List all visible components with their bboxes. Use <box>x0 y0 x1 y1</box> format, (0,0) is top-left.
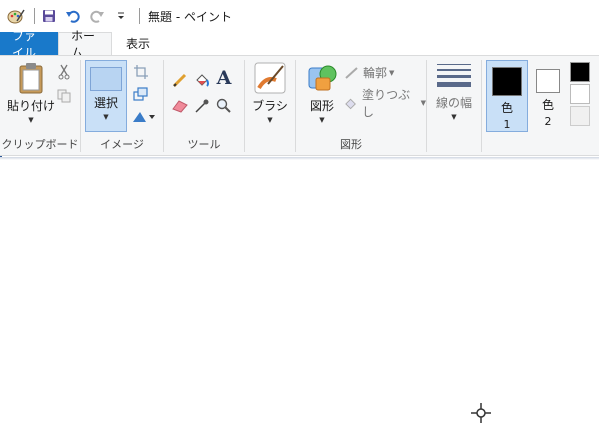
select-button[interactable]: 選択 ▼ <box>85 60 127 132</box>
copy-icon[interactable] <box>54 86 74 106</box>
outline-icon <box>345 66 358 79</box>
quick-access-toolbar <box>0 6 144 26</box>
undo-icon[interactable] <box>63 6 83 26</box>
shapes-icon <box>308 65 337 91</box>
outline-button[interactable]: 輪郭 ▼ <box>344 64 394 81</box>
ribbon-tabs: ファイル ホーム 表示 <box>0 29 599 60</box>
palette-swatch-white[interactable] <box>570 84 590 104</box>
tab-home[interactable]: ホーム <box>58 29 112 60</box>
shapes-group: 図形 ▼ 輪郭 ▼ 塗りつぶし ▼ 図形 <box>296 56 426 156</box>
size-group: 線の幅 ▼ <box>427 56 481 156</box>
pencil-icon[interactable] <box>170 70 190 90</box>
line-width-icon <box>437 64 471 91</box>
select-rect-icon <box>90 67 122 91</box>
color1-swatch <box>492 67 522 96</box>
tools-group-label: ツール <box>187 138 221 151</box>
tab-view[interactable]: 表示 <box>112 32 164 55</box>
fill-button[interactable]: 塗りつぶし ▼ <box>344 86 426 120</box>
eraser-icon[interactable] <box>170 96 190 116</box>
redo-icon[interactable] <box>87 6 107 26</box>
color1-button[interactable]: 色 1 <box>486 60 528 132</box>
image-group-label: イメージ <box>100 138 144 151</box>
shapes-button[interactable]: 図形 ▼ <box>300 62 344 124</box>
image-group: 選択 ▼ イメージ <box>81 56 163 156</box>
chevron-down-icon: ▼ <box>267 116 273 124</box>
resize-icon[interactable] <box>131 84 151 104</box>
brushes-label: ブラシ <box>252 99 288 113</box>
rotate-icon[interactable] <box>131 106 157 126</box>
palette-swatch-empty[interactable] <box>570 106 590 126</box>
color1-number: 1 <box>503 118 511 131</box>
fill-bucket-icon[interactable] <box>192 70 212 90</box>
paint-window: 無題 - ペイント ファイル ホーム 表示 貼り付け ▼ クリップボード 選択 … <box>0 0 599 434</box>
chevron-down-icon: ▼ <box>389 68 395 77</box>
color2-number: 2 <box>544 115 552 128</box>
size-label: 線の幅 <box>435 96 472 110</box>
clipboard-group: 貼り付け ▼ クリップボード <box>0 56 80 156</box>
chevron-down-icon: ▼ <box>319 116 325 124</box>
ribbon: 貼り付け ▼ クリップボード 選択 ▼ イメージ A ツール ブラシ ▼ 図形 … <box>0 55 599 156</box>
chevron-down-icon: ▼ <box>28 116 34 124</box>
paste-button[interactable]: 貼り付け ▼ <box>6 62 56 124</box>
tools-group: A ツール <box>164 56 244 156</box>
size-button[interactable]: 線の幅 ▼ <box>435 62 473 121</box>
outline-label: 輪郭 <box>363 66 388 80</box>
customize-dropdown-icon[interactable] <box>111 6 131 26</box>
colors-group: 色 1 色 2 <box>482 56 599 156</box>
canvas-top-shadow <box>0 157 599 160</box>
chevron-down-icon: ▼ <box>451 113 457 121</box>
select-label: 選択 <box>93 96 118 110</box>
color2-button[interactable]: 色 2 <box>530 60 566 132</box>
color2-label: 色 <box>541 98 554 112</box>
magnifier-icon[interactable] <box>214 96 234 116</box>
fill-icon <box>345 98 356 110</box>
crop-icon[interactable] <box>131 62 151 82</box>
tab-file[interactable]: ファイル <box>0 29 58 60</box>
brushes-button[interactable]: ブラシ ▼ <box>249 62 291 124</box>
palette-swatch-black[interactable] <box>570 62 590 82</box>
drawing-canvas[interactable] <box>0 157 599 434</box>
save-icon[interactable] <box>39 6 59 26</box>
window-title: 無題 - ペイント <box>148 9 232 24</box>
color2-swatch <box>536 69 560 93</box>
shapes-group-label: 図形 <box>340 138 362 151</box>
brush-icon <box>254 62 286 94</box>
color1-label: 色 <box>500 101 513 115</box>
shapes-label: 図形 <box>309 99 334 113</box>
fill-label: 塗りつぶし <box>362 88 411 119</box>
chevron-down-icon: ▼ <box>103 113 109 121</box>
clipboard-group-label: クリップボード <box>1 138 79 151</box>
color-picker-icon[interactable] <box>192 96 212 116</box>
text-tool-icon[interactable]: A <box>214 67 234 89</box>
qa-separator <box>139 8 140 24</box>
crosshair-cursor-icon <box>471 403 491 423</box>
qa-separator <box>34 8 35 24</box>
paste-label: 貼り付け <box>6 99 55 113</box>
clipboard-icon <box>19 63 43 94</box>
cut-icon[interactable] <box>54 62 74 82</box>
paint-app-icon[interactable] <box>6 6 26 26</box>
